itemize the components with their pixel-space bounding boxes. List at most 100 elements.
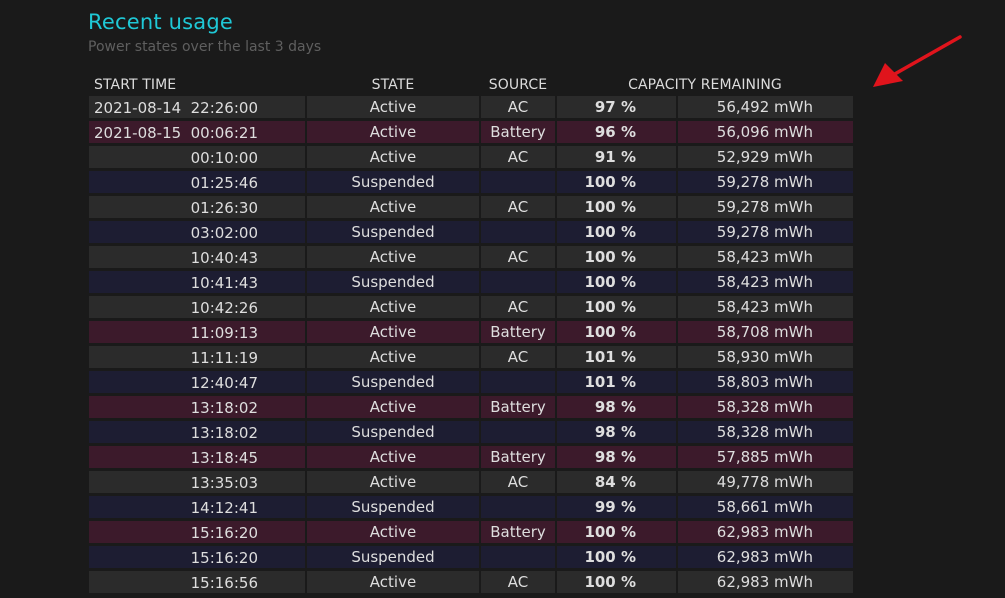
capacity-mwh-cell: 62,983 mWh (678, 521, 853, 543)
capacity-mwh-cell: 58,328 mWh (678, 421, 853, 443)
start-time: 03:02:00 (190, 224, 258, 242)
table-row: 2021-08-14 22:26:00 Active AC 97 % 56,492 mWh (89, 96, 853, 118)
source-cell: AC (481, 296, 555, 318)
start-time-cell: 15:16:20 (89, 521, 305, 543)
start-time-cell: 03:02:00 (89, 221, 305, 243)
capacity-percent: 100 % (584, 523, 636, 541)
start-time: 13:18:02 (190, 399, 258, 417)
state-cell: Suspended (307, 371, 479, 393)
table-body: 2021-08-14 22:26:00 Active AC 97 % 56,492 mWh… (89, 96, 853, 593)
start-time-cell: 01:26:30 (89, 196, 305, 218)
start-date: 2021-08-14 (94, 99, 182, 117)
capacity-mwh: 62,983 mWh (716, 548, 813, 566)
source-cell: Battery (481, 396, 555, 418)
column-header-start-time: START TIME (94, 77, 177, 93)
start-time: 00:10:00 (190, 149, 258, 167)
source-cell: AC (481, 146, 555, 168)
capacity-percent-cell: 100 % (557, 546, 676, 568)
capacity-percent-cell: 101 % (557, 346, 676, 368)
capacity-mwh-cell: 56,096 mWh (678, 121, 853, 143)
capacity-mwh-cell: 59,278 mWh (678, 196, 853, 218)
start-time: 12:40:47 (190, 374, 258, 392)
capacity-mwh: 56,492 mWh (716, 98, 813, 116)
table-row: 15:16:20 Suspended 100 % 62,983 mWh (89, 546, 853, 568)
start-time: 13:35:03 (190, 474, 258, 492)
table-row: 13:18:02 Active Battery 98 % 58,328 mWh (89, 396, 853, 418)
capacity-percent-cell: 84 % (557, 471, 676, 493)
capacity-mwh-cell: 58,708 mWh (678, 321, 853, 343)
start-time-cell: 00:10:00 (89, 146, 305, 168)
table-header-row: START TIME STATE SOURCE CAPACITY REMAINI… (89, 74, 853, 93)
capacity-mwh: 58,423 mWh (716, 273, 813, 291)
capacity-mwh-cell: 58,328 mWh (678, 396, 853, 418)
capacity-percent: 100 % (584, 548, 636, 566)
capacity-percent-cell: 100 % (557, 246, 676, 268)
state-cell: Suspended (307, 221, 479, 243)
start-time-cell: 12:40:47 (89, 371, 305, 393)
source-cell: AC (481, 346, 555, 368)
table-row: 11:09:13 Active Battery 100 % 58,708 mWh (89, 321, 853, 343)
table-row: 14:12:41 Suspended 99 % 58,661 mWh (89, 496, 853, 518)
battery-report-page: Recent usage Power states over the last … (0, 0, 1005, 598)
state-cell: Active (307, 396, 479, 418)
start-time-cell: 15:16:56 (89, 571, 305, 593)
start-time-cell: 15:16:20 (89, 546, 305, 568)
capacity-mwh-cell: 58,423 mWh (678, 246, 853, 268)
source-cell (481, 546, 555, 568)
state-cell: Suspended (307, 496, 479, 518)
source-cell (481, 496, 555, 518)
capacity-mwh-cell: 59,278 mWh (678, 171, 853, 193)
start-time-cell: 2021-08-14 22:26:00 (89, 96, 305, 118)
capacity-mwh-cell: 57,885 mWh (678, 446, 853, 468)
state-cell: Active (307, 146, 479, 168)
start-time-cell: 13:35:03 (89, 471, 305, 493)
capacity-mwh-cell: 58,930 mWh (678, 346, 853, 368)
recent-usage-table: START TIME STATE SOURCE CAPACITY REMAINI… (87, 71, 855, 596)
state-cell: Active (307, 96, 479, 118)
column-header-source: SOURCE (488, 77, 548, 93)
state-cell: Suspended (307, 171, 479, 193)
capacity-mwh: 62,983 mWh (716, 523, 813, 541)
capacity-percent: 99 % (594, 498, 636, 516)
start-time: 13:18:45 (190, 449, 258, 467)
table-row: 2021-08-15 00:06:21 Active Battery 96 % 56,09… (89, 121, 853, 143)
capacity-mwh-cell: 58,423 mWh (678, 271, 853, 293)
state-cell: Active (307, 246, 479, 268)
state-cell: Active (307, 471, 479, 493)
capacity-mwh-cell: 52,929 mWh (678, 146, 853, 168)
state-cell: Active (307, 121, 479, 143)
capacity-mwh: 58,803 mWh (716, 373, 813, 391)
table-row: 15:16:56 Active AC 100 % 62,983 mWh (89, 571, 853, 593)
state-cell: Suspended (307, 546, 479, 568)
capacity-mwh: 58,930 mWh (716, 348, 813, 366)
capacity-percent-cell: 100 % (557, 571, 676, 593)
start-time: 00:06:21 (190, 124, 258, 142)
start-time: 10:42:26 (190, 299, 258, 317)
capacity-percent: 84 % (594, 473, 636, 491)
start-time-cell: 13:18:45 (89, 446, 305, 468)
start-time-cell: 13:18:02 (89, 396, 305, 418)
capacity-mwh: 58,328 mWh (716, 398, 813, 416)
red-arrow-icon (873, 35, 962, 87)
capacity-mwh-cell: 59,278 mWh (678, 221, 853, 243)
table-row: 10:41:43 Suspended 100 % 58,423 mWh (89, 271, 853, 293)
capacity-percent: 100 % (584, 273, 636, 291)
start-time-cell: 13:18:02 (89, 421, 305, 443)
source-cell: Battery (481, 321, 555, 343)
source-cell: Battery (481, 121, 555, 143)
table-row: 00:10:00 Active AC 91 % 52,929 mWh (89, 146, 853, 168)
state-cell: Active (307, 321, 479, 343)
start-time: 11:11:19 (190, 349, 258, 367)
capacity-mwh-cell: 58,803 mWh (678, 371, 853, 393)
table-row: 11:11:19 Active AC 101 % 58,930 mWh (89, 346, 853, 368)
capacity-percent-cell: 100 % (557, 171, 676, 193)
column-header-state: STATE (371, 77, 415, 93)
capacity-percent: 100 % (584, 248, 636, 266)
source-cell: Battery (481, 521, 555, 543)
capacity-mwh-cell: 56,492 mWh (678, 96, 853, 118)
capacity-percent-cell: 98 % (557, 396, 676, 418)
start-time: 11:09:13 (190, 324, 258, 342)
table-row: 13:35:03 Active AC 84 % 49,778 mWh (89, 471, 853, 493)
state-cell: Active (307, 296, 479, 318)
source-cell: AC (481, 471, 555, 493)
